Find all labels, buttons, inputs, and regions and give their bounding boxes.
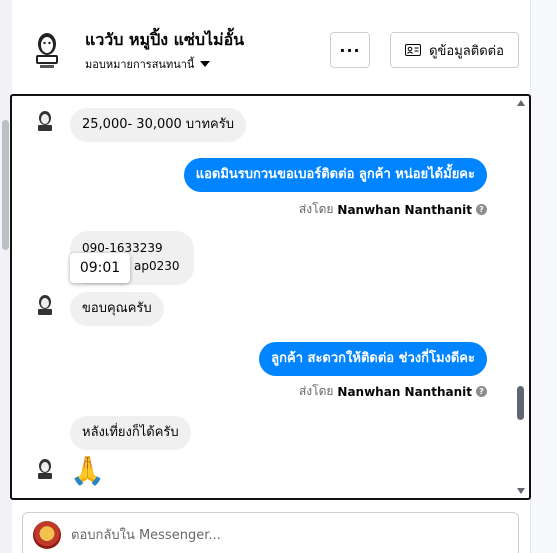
scroll-down-arrow-icon[interactable]	[517, 488, 525, 494]
sent-by-prefix: ส่งโดย	[298, 202, 334, 216]
conversation-header: แววับ หมูปิ้ง แซ่บไม่อั้น มอบหมายการสนทน…	[12, 0, 530, 92]
page-avatar	[33, 521, 61, 549]
timestamp-tooltip: 09:01	[70, 253, 130, 283]
praying-hands-emoji[interactable]: 🙏	[70, 454, 105, 487]
help-icon[interactable]: ?	[476, 204, 487, 215]
incoming-message[interactable]: 25,000- 30,000 บาทครับ	[70, 108, 246, 142]
sent-by-name: Nanwhan Nanthanit	[337, 202, 472, 217]
sent-by-line: ส่งโดย Nanwhan Nanthanit ?	[299, 382, 487, 401]
sender-avatar	[38, 111, 52, 131]
incoming-message[interactable]: ขอบคุณครับ	[70, 292, 164, 326]
page-title[interactable]: แววับ หมูปิ้ง แซ่บไม่อั้น	[85, 28, 244, 53]
sender-avatar	[38, 295, 52, 315]
view-contact-label: ดูข้อมูลติดต่อ	[429, 43, 504, 59]
assign-conversation-dropdown[interactable]: มอบหมายการสนทนานี้	[85, 55, 211, 73]
incoming-message[interactable]: หลังเที่ยงก็ได้ครับ	[70, 416, 191, 450]
help-icon[interactable]: ?	[476, 386, 487, 397]
outgoing-message[interactable]: แอดมินรบกวนขอเบอร์ติดต่อ ลูกค้า หน่อยได้…	[183, 158, 487, 192]
page-avatar-logo[interactable]	[32, 30, 62, 70]
view-contact-button[interactable]: ดูข้อมูลติดต่อ	[390, 32, 519, 68]
page-scrollbar-thumb[interactable]	[2, 120, 9, 250]
sent-by-prefix: ส่งโดย	[298, 384, 334, 398]
assign-label: มอบหมายการสนทนานี้	[85, 58, 195, 71]
message-thread[interactable]: 25,000- 30,000 บาทครับ แอดมินรบกวนขอเบอร…	[10, 94, 531, 500]
thread-scrollbar-thumb[interactable]	[517, 386, 524, 420]
right-panel-edge	[530, 0, 557, 553]
sent-by-line: ส่งโดย Nanwhan Nanthanit ?	[299, 200, 487, 219]
caret-down-icon	[200, 61, 211, 67]
sent-by-name: Nanwhan Nanthanit	[337, 384, 472, 399]
reply-composer[interactable]	[22, 512, 519, 553]
scroll-up-arrow-icon[interactable]	[517, 100, 525, 106]
contact-card-icon	[405, 44, 422, 56]
more-options-button[interactable]: ···	[330, 32, 370, 68]
reply-input[interactable]	[71, 523, 491, 547]
sender-avatar	[38, 459, 52, 479]
outgoing-message[interactable]: ลูกค้า สะดวกให้ติดต่อ ช่วงกี่โมงดีคะ	[259, 342, 487, 376]
thread-scrollbar[interactable]	[513, 96, 529, 498]
